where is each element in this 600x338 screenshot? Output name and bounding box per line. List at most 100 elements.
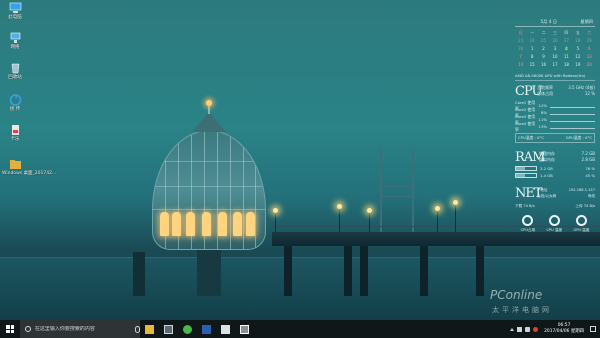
watermark-logo: PConline (490, 288, 543, 302)
pier-pile (476, 246, 484, 296)
gpu-temp: GPU温度 : 0°C (565, 135, 592, 140)
net-up-label: 上传 (575, 204, 583, 208)
file-explorer-icon (145, 324, 154, 334)
desktop-icon-network[interactable]: 网络 (2, 32, 28, 51)
tray-arrow-icon[interactable] (510, 327, 515, 331)
calendar-day[interactable]: 15 (526, 61, 537, 69)
buoy (133, 252, 145, 296)
ram-bar-value: 45 % (585, 173, 595, 178)
calendar-day[interactable]: 5 (572, 45, 583, 53)
calendar-day[interactable]: 23 (515, 37, 526, 45)
desktop-icon-transfer[interactable]: 接 传 (2, 94, 28, 113)
calendar-day[interactable]: 17 (549, 61, 560, 69)
network-tray-icon[interactable] (517, 326, 523, 332)
search-input[interactable] (34, 326, 134, 332)
ram-bar-row: 1.4 GB 45 % (515, 172, 595, 179)
calendar-day[interactable]: 4 (561, 45, 572, 53)
taskbar-search-box[interactable] (20, 320, 140, 338)
calendar-day[interactable]: 18 (561, 61, 572, 69)
taskbar-app-file-explorer[interactable] (140, 320, 159, 338)
calendar-day[interactable]: 16 (538, 61, 549, 69)
transfer-icon (9, 94, 21, 106)
system-monitor-widget: 5月 4 日 星期四 日一二三四五六 23 24 25 26 27 28 29 30 1 2 3 4 5 6… (515, 18, 595, 293)
net-up-value: 74 B/s (583, 204, 595, 208)
browser-icon (183, 324, 192, 334)
calendar-day[interactable]: 9 (538, 53, 549, 61)
calendar-date: 5月 4 日 (540, 19, 557, 24)
calendar-day[interactable]: 26 (549, 37, 560, 45)
calculator-icon (164, 324, 173, 334)
taskbar-app-word[interactable] (197, 320, 216, 338)
desktop-icon-label: 卡乐 (10, 137, 20, 142)
calendar-day[interactable]: 12 (572, 53, 583, 61)
desktop-icon-shortcut[interactable]: 卡乐 (2, 124, 28, 143)
gondola-window (233, 212, 242, 236)
calendar-day[interactable]: 7 (515, 53, 526, 61)
calendar-day[interactable]: 8 (526, 53, 537, 61)
calendar-day[interactable]: 3 (549, 45, 560, 53)
calendar-day[interactable]: 27 (561, 37, 572, 45)
start-button[interactable] (0, 320, 20, 338)
lamp-light (367, 208, 372, 213)
gauge-cpu: CPU占用 (521, 215, 535, 233)
lamp-post (437, 210, 438, 232)
temperature-strip: CPU温度 : 0°C GPU温度 : 0°C (515, 133, 595, 143)
core-graph (550, 111, 595, 115)
desktop-icon-this-pc[interactable]: 此电脑 (2, 2, 28, 21)
calendar-day[interactable]: 28 (572, 37, 583, 45)
calendar-weekday-label: 五 (575, 30, 580, 35)
gondola-window (160, 212, 169, 236)
ram-bar-value: 76 % (585, 166, 595, 171)
ram-bar (515, 173, 537, 178)
calendar-day[interactable]: 20 (584, 61, 595, 69)
calendar-day[interactable]: 24 (526, 37, 537, 45)
lamp-light (453, 200, 458, 205)
calendar-weekday: 星期四 (580, 19, 593, 24)
gondola-window (202, 212, 211, 236)
calendar-day[interactable]: 1 (526, 45, 537, 53)
system-tray: 06:57 2017/04/06 星期四 (510, 320, 600, 338)
watermark-sub: 太平洋电脑网 (492, 306, 552, 314)
gondola-window (172, 212, 181, 236)
network-icon (10, 32, 20, 43)
notification-icon[interactable] (590, 326, 596, 332)
calendar-header: 5月 4 日 星期四 (515, 18, 595, 27)
core-name: Core4 使用率 (515, 120, 536, 132)
gondola-window (218, 212, 227, 236)
pier-pile (344, 246, 352, 296)
volume-icon[interactable] (525, 326, 531, 332)
calendar-day[interactable]: 13 (584, 53, 595, 61)
desktop-icon-wallpaper-folder[interactable]: Windows 桌面_201742... (2, 158, 56, 177)
desktop-icon-recycle-bin[interactable]: 回收站 (2, 62, 28, 81)
search-icon (25, 326, 31, 332)
calendar-day[interactable]: 11 (561, 53, 572, 61)
gauge-label: GPU 温度 (573, 228, 590, 232)
calendar-day[interactable]: 29 (584, 37, 595, 45)
lamp-post (455, 204, 456, 232)
calendar-day[interactable]: 6 (584, 45, 595, 53)
calendar-weekday-label: 二 (541, 30, 546, 35)
pier-pile (284, 246, 292, 296)
calendar-day[interactable]: 19 (572, 61, 583, 69)
taskbar-app-media[interactable] (235, 320, 254, 338)
calendar-day[interactable]: 2 (538, 45, 549, 53)
calendar-day[interactable]: 14 (515, 61, 526, 69)
calendar-day[interactable]: 10 (549, 53, 560, 61)
calendar-day[interactable]: 30 (515, 45, 526, 53)
gauge-row: CPU占用 CPU 温度 GPU 温度 (515, 215, 595, 233)
taskbar-app-browser[interactable] (178, 320, 197, 338)
pier-beam (382, 186, 414, 187)
pier-beam (382, 196, 414, 197)
calendar-day[interactable]: 25 (538, 37, 549, 45)
taskbar-app-calculator[interactable] (159, 320, 178, 338)
core-value: 13% (538, 124, 547, 129)
antivirus-icon[interactable] (533, 326, 539, 332)
taskbar-app-photos[interactable] (216, 320, 235, 338)
ram-section: RAM 物理内存 7.2 GB 虚拟内存 2.8 GB 3.2 GB 76 % 1.… (515, 151, 595, 179)
gauge-cpu-temp: CPU 温度 (546, 215, 562, 233)
pier-pile (360, 246, 368, 296)
calendar-weekday-label: 四 (564, 30, 569, 35)
taskbar-clock[interactable]: 06:57 2017/04/06 星期四 (541, 323, 587, 335)
cpu-title: CPU (515, 84, 542, 99)
lamp-post (339, 208, 340, 232)
